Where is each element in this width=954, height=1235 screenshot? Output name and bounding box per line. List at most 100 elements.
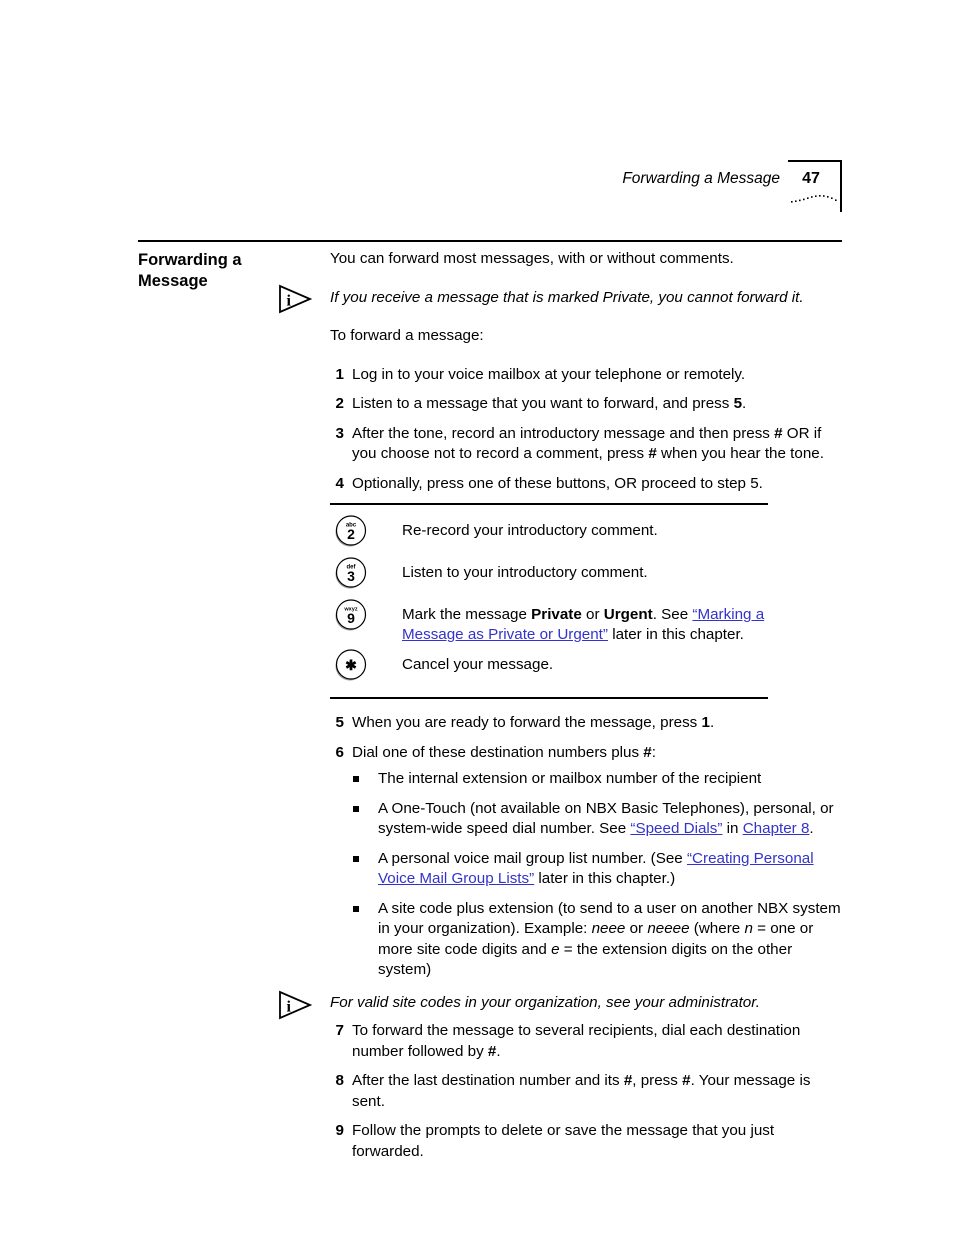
step-2-number: 2 bbox=[335, 395, 344, 412]
page-header: Forwarding a Message 47 bbox=[138, 160, 842, 212]
step-3-text-c: when you hear the tone. bbox=[656, 445, 824, 462]
list-item: The internal extension or mailbox number… bbox=[352, 769, 846, 790]
bullet-4-text-c: (where bbox=[689, 920, 745, 937]
page-number: 47 bbox=[802, 170, 820, 187]
phone-key-9-digit: 9 bbox=[347, 610, 355, 626]
intro-paragraph: You can forward most messages, with or w… bbox=[330, 250, 734, 267]
step-9-number: 9 bbox=[335, 1122, 344, 1139]
key-9-text-b: or bbox=[581, 606, 604, 623]
step-7-text: To forward the message to several recipi… bbox=[352, 1021, 846, 1062]
step-7-text-b: . bbox=[496, 1042, 501, 1060]
step-7-text-a: To forward the message to several recipi… bbox=[352, 1022, 801, 1060]
step-4: 4 Optionally, press one of these buttons… bbox=[330, 474, 846, 495]
step-3-text: After the tone, record an introductory m… bbox=[352, 424, 846, 465]
bullet-1-text: The internal extension or mailbox number… bbox=[378, 770, 762, 787]
step-3-key-a: # bbox=[774, 424, 783, 442]
body-column: You can forward most messages, with or w… bbox=[279, 249, 846, 1171]
phone-key-options-table: abc 2 Re-record your introductory commen… bbox=[330, 503, 768, 699]
step-1: 1 Log in to your voice mailbox at your t… bbox=[330, 365, 846, 386]
phone-key-star-description: Cancel your message. bbox=[402, 656, 554, 673]
step-5-number: 5 bbox=[335, 714, 344, 731]
bullet-2-text-c: . bbox=[809, 820, 814, 837]
lead-in-text: To forward a message: bbox=[330, 327, 484, 344]
key-9-bold-urgent: Urgent bbox=[603, 606, 653, 623]
svg-text:i: i bbox=[287, 292, 292, 309]
step-6-text-b: : bbox=[651, 743, 656, 761]
phone-key-3-description: Listen to your introductory comment. bbox=[402, 564, 648, 581]
key-9-text-c: . See bbox=[652, 606, 693, 623]
step-3-text-a: After the tone, record an introductory m… bbox=[352, 424, 775, 442]
bullet-4-example-b: neeee bbox=[647, 920, 690, 937]
list-item: A One-Touch (not available on NBX Basic … bbox=[352, 799, 846, 840]
step-3-key-b: # bbox=[648, 445, 657, 462]
info-triangle-icon: i bbox=[278, 284, 314, 314]
page-number-right-rule bbox=[840, 160, 842, 212]
site-code-note: For valid site codes in your organizatio… bbox=[330, 993, 760, 1011]
step-2: 2 Listen to a message that you want to f… bbox=[330, 394, 846, 415]
bullet-2-text-b: in bbox=[722, 820, 743, 837]
step-5-key: 1 bbox=[701, 714, 710, 731]
table-row: ✱ Cancel your message. bbox=[330, 647, 768, 687]
svg-text:i: i bbox=[287, 998, 292, 1015]
forward-steps-list: 1 Log in to your voice mailbox at your t… bbox=[330, 365, 846, 495]
phone-key-3-digit: 3 bbox=[347, 568, 355, 584]
phone-key-star-icon[interactable]: ✱ bbox=[330, 647, 402, 682]
page-number-top-rule bbox=[788, 160, 842, 162]
phone-key-2-icon[interactable]: abc 2 bbox=[330, 513, 402, 548]
step-3: 3 After the tone, record an introductory… bbox=[330, 424, 846, 465]
destination-numbers-list: The internal extension or mailbox number… bbox=[352, 769, 846, 981]
dotted-wave-ornament-icon bbox=[790, 192, 840, 206]
link-speed-dials[interactable]: “Speed Dials” bbox=[630, 820, 722, 837]
step-7: 7 To forward the message to several reci… bbox=[330, 1021, 846, 1062]
step-1-number: 1 bbox=[335, 365, 344, 383]
step-6-number: 6 bbox=[335, 743, 344, 761]
table-row: abc 2 Re-record your introductory commen… bbox=[330, 513, 768, 553]
bullet-3-text-a: A personal voice mail group list number.… bbox=[378, 849, 687, 867]
step-5: 5 When you are ready to forward the mess… bbox=[330, 713, 846, 734]
step-9: 9 Follow the prompts to delete or save t… bbox=[330, 1121, 846, 1162]
bullet-3-text-b: later in this chapter.) bbox=[534, 870, 676, 887]
step-8-key-b: # bbox=[682, 1072, 691, 1089]
phone-key-9-description: Mark the message Private or Urgent. See … bbox=[402, 597, 768, 645]
phone-key-9-icon[interactable]: wxyz 9 bbox=[330, 597, 402, 632]
phone-key-2-description: Re-record your introductory comment. bbox=[402, 522, 658, 539]
phone-key-star-digit: ✱ bbox=[345, 657, 357, 673]
section-title-line1: Forwarding a bbox=[138, 251, 242, 269]
step-8-text: After the last destination number and it… bbox=[352, 1071, 846, 1112]
step-8-text-b: , press bbox=[632, 1072, 683, 1089]
bullet-4-var-e: e bbox=[551, 940, 560, 958]
forward-steps-list-continued: 5 When you are ready to forward the mess… bbox=[330, 713, 846, 981]
key-9-text-a: Mark the message bbox=[402, 606, 532, 623]
step-2-text: Listen to a message that you want to for… bbox=[352, 394, 846, 415]
step-3-number: 3 bbox=[335, 424, 344, 442]
step-8-number: 8 bbox=[335, 1072, 344, 1089]
info-triangle-icon: i bbox=[278, 990, 314, 1020]
step-8-text-a: After the last destination number and it… bbox=[352, 1072, 624, 1089]
step-5-text-b: . bbox=[709, 714, 715, 731]
table-row: wxyz 9 Mark the message Private or Urgen… bbox=[330, 597, 768, 645]
list-item: A personal voice mail group list number.… bbox=[352, 849, 846, 890]
table-row: def 3 Listen to your introductory commen… bbox=[330, 555, 768, 595]
section-title-line2: Message bbox=[138, 272, 208, 290]
bullet-4-var-n: n bbox=[744, 920, 753, 937]
step-4-text: Optionally, press one of these buttons, … bbox=[352, 474, 763, 492]
bullet-4-example-a: neee bbox=[591, 920, 626, 937]
phone-key-3-icon[interactable]: def 3 bbox=[330, 555, 402, 590]
link-chapter-8[interactable]: Chapter 8 bbox=[743, 820, 810, 837]
private-message-note: If you receive a message that is marked … bbox=[330, 288, 804, 306]
step-2-text-a: Listen to a message that you want to for… bbox=[352, 395, 734, 412]
phone-key-2-digit: 2 bbox=[347, 526, 355, 542]
step-6-key: # bbox=[643, 743, 652, 761]
step-5-text: When you are ready to forward the messag… bbox=[352, 713, 846, 734]
step-8: 8 After the last destination number and … bbox=[330, 1071, 846, 1112]
step-6-text-a: Dial one of these destination numbers pl… bbox=[352, 743, 644, 761]
key-9-text-d: later in this chapter. bbox=[607, 626, 744, 643]
header-separator-rule bbox=[138, 240, 842, 242]
forward-steps-list-final: 7 To forward the message to several reci… bbox=[330, 1021, 846, 1162]
step-6-text: Dial one of these destination numbers pl… bbox=[352, 743, 846, 764]
header-chapter-title: Forwarding a Message bbox=[622, 170, 780, 187]
step-4-number: 4 bbox=[335, 474, 344, 492]
step-1-text: Log in to your voice mailbox at your tel… bbox=[352, 365, 746, 383]
list-item: A site code plus extension (to send to a… bbox=[352, 899, 846, 981]
key-9-bold-private: Private bbox=[531, 606, 582, 623]
